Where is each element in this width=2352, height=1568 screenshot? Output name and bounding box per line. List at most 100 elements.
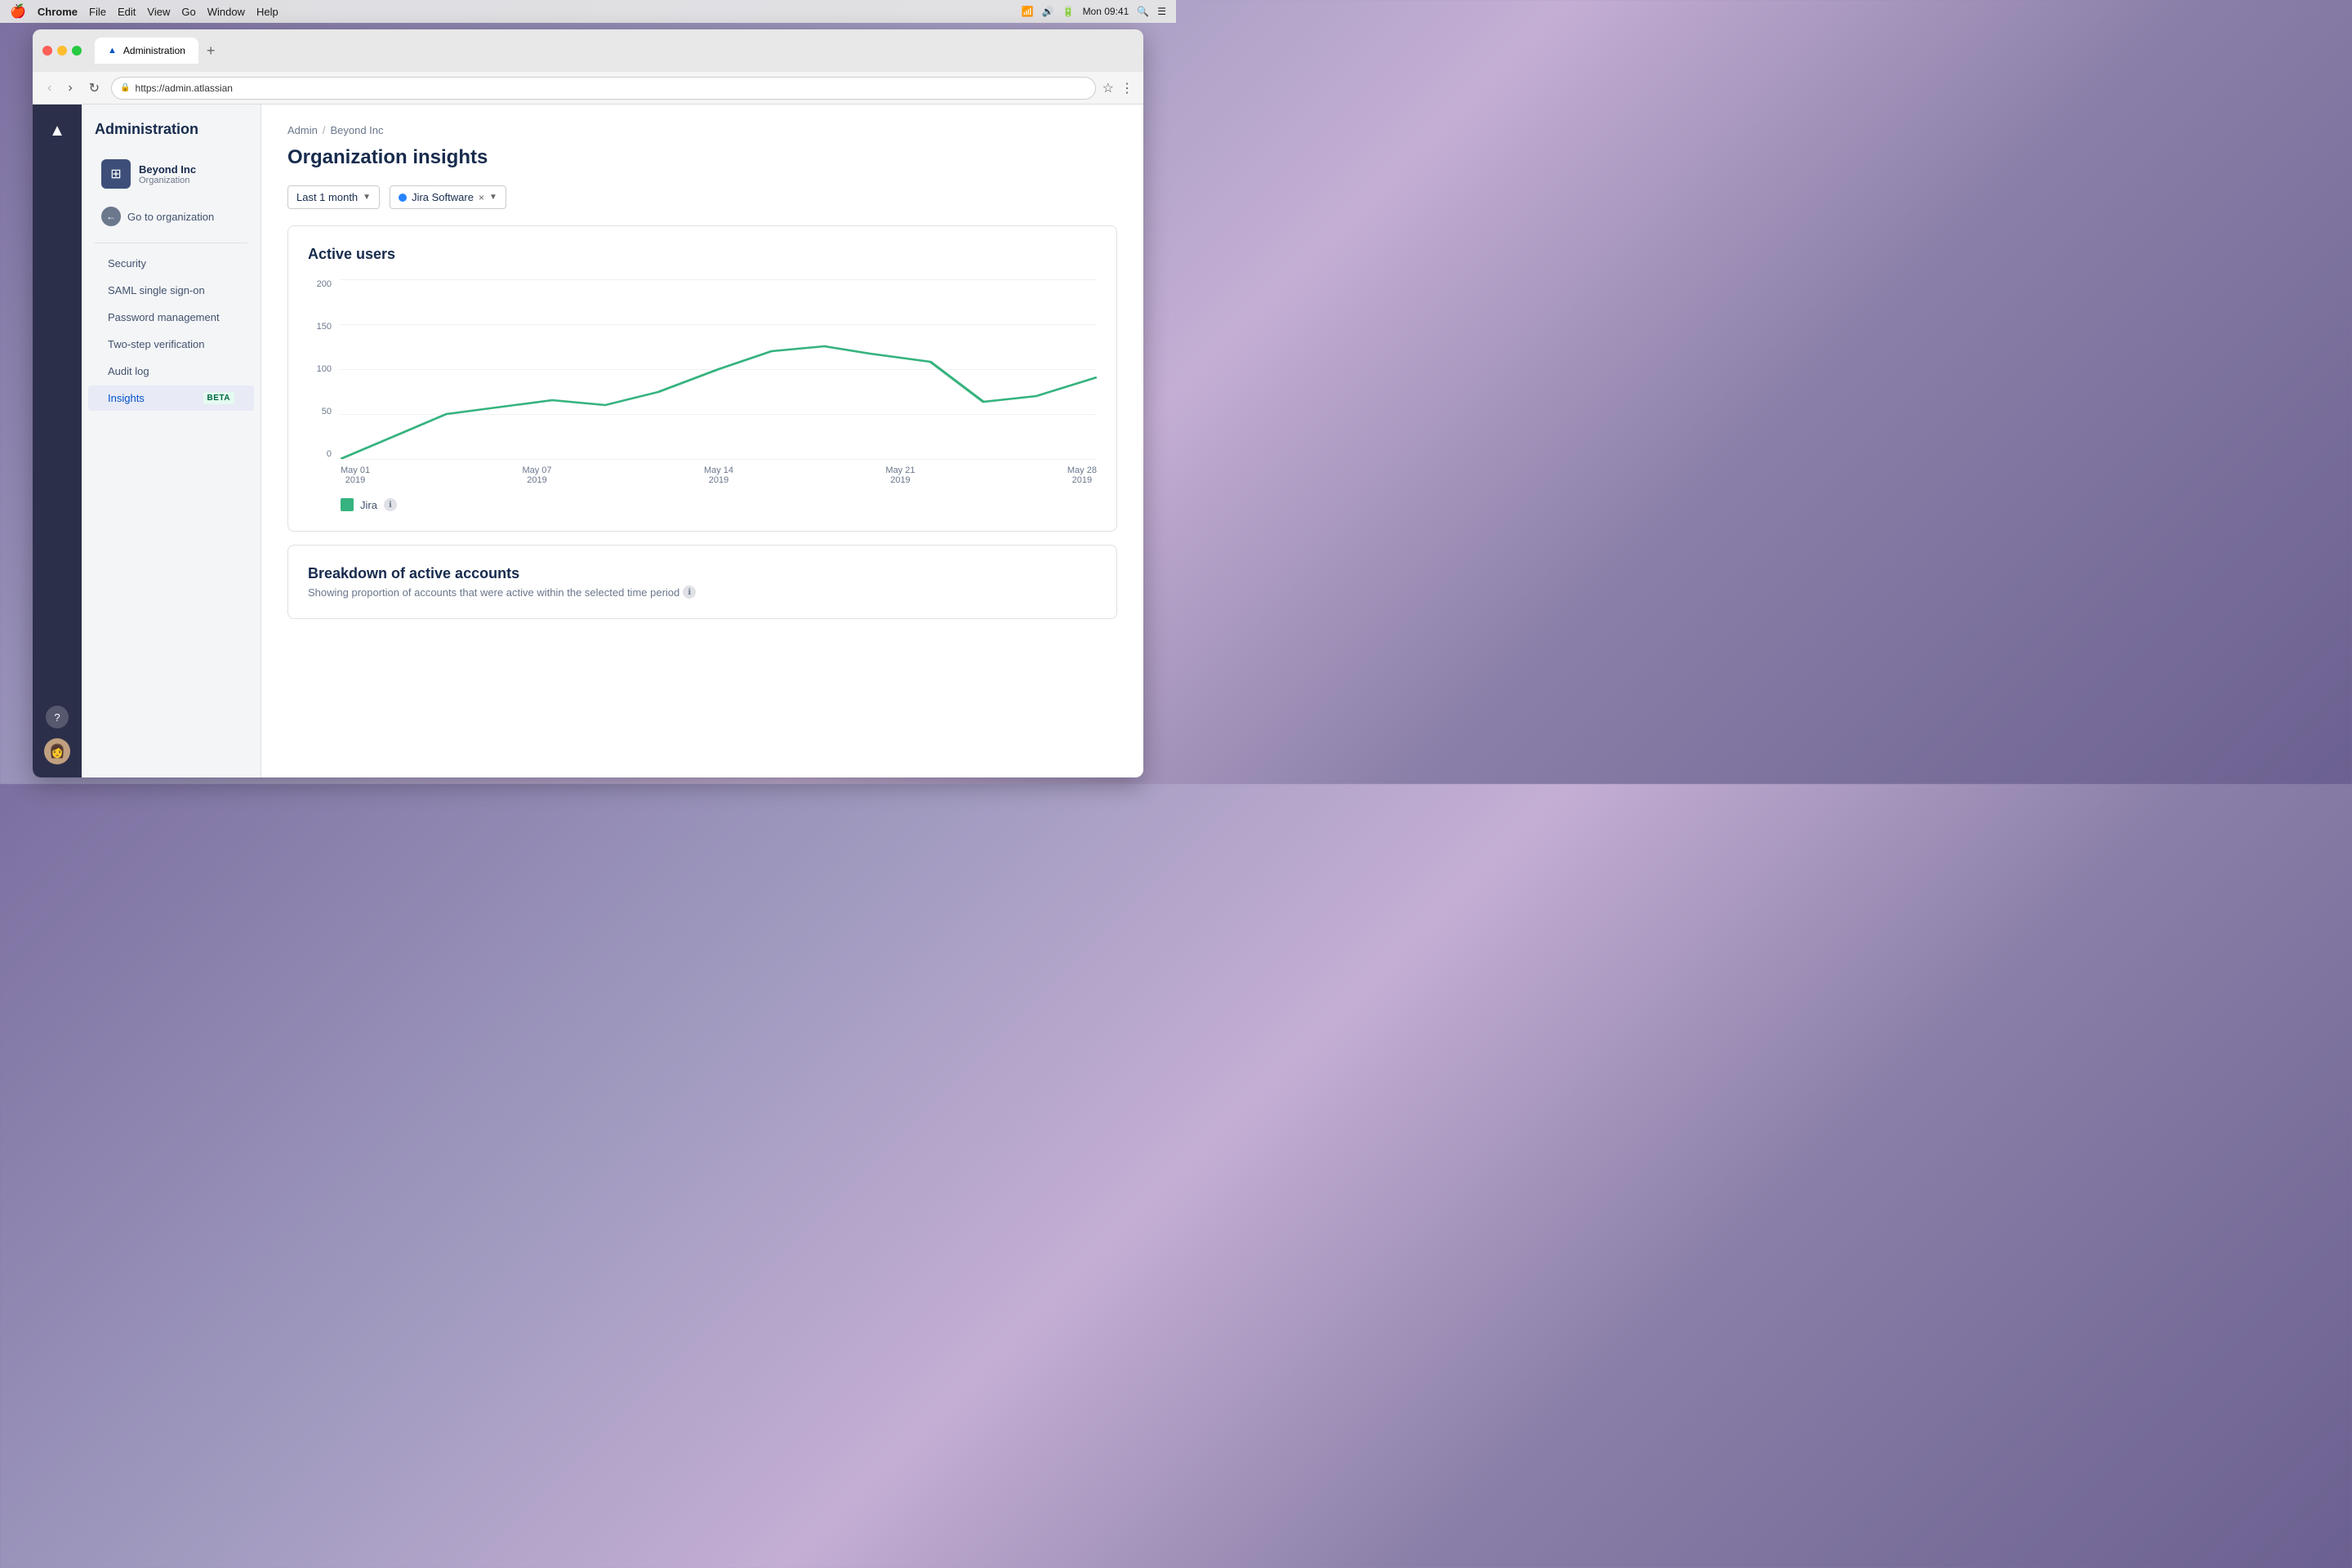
active-users-card: Active users 200 150 100 50 0	[287, 225, 1117, 532]
control-icon[interactable]: ☰	[1157, 6, 1166, 17]
period-label: Last 1 month	[296, 191, 358, 203]
traffic-lights	[42, 46, 82, 56]
active-users-title: Active users	[308, 246, 1097, 263]
menu-go[interactable]: Go	[181, 6, 195, 18]
apple-logo-icon: 🍎	[10, 3, 26, 20]
product-dot-icon	[399, 194, 407, 202]
atlassian-logo-icon: ▲	[44, 118, 70, 144]
breakdown-card: Breakdown of active accounts Showing pro…	[287, 545, 1117, 619]
breadcrumb-separator: /	[323, 124, 326, 136]
new-tab-button[interactable]: +	[202, 42, 220, 60]
x-label-may01: May 01 2019	[341, 466, 370, 485]
menu-help[interactable]: Help	[256, 6, 278, 18]
menu-window[interactable]: Window	[207, 6, 245, 18]
page-title: Organization insights	[287, 146, 1117, 169]
nav-saml[interactable]: SAML single sign-on	[88, 278, 254, 303]
chart-inner	[341, 279, 1097, 459]
tab-title: Administration	[123, 45, 185, 56]
left-nav: Administration ⊞ Beyond Inc Organization…	[82, 105, 261, 777]
nav-insights-label: Insights	[108, 392, 145, 404]
browser-titlebar: ▲ Administration +	[33, 29, 1143, 72]
menu-right: 📶 🔊 🔋 Mon 09:41 🔍 ☰	[1022, 6, 1166, 17]
org-icon: ⊞	[101, 159, 131, 189]
url-text: https://admin.atlassian	[136, 82, 233, 94]
nav-audit[interactable]: Audit log	[88, 359, 254, 384]
toolbar-icons: ☆ ⋮	[1102, 80, 1134, 96]
chart-legend: Jira ℹ	[308, 498, 1097, 511]
wifi-icon: 📶	[1022, 6, 1034, 17]
help-button[interactable]: ?	[46, 706, 69, 728]
x-axis: May 01 2019 May 07 2019 May 14 2019 Ma	[341, 459, 1097, 492]
chevron-down-icon: ▼	[363, 193, 371, 202]
star-icon[interactable]: ☆	[1102, 80, 1114, 96]
nav-insights-row: Insights BETA	[108, 392, 234, 404]
close-button[interactable]	[42, 46, 52, 56]
breakdown-info-icon[interactable]: ℹ	[683, 586, 696, 599]
battery-icon: 🔋	[1062, 6, 1075, 17]
menubar: 🍎 Chrome File Edit View Go Window Help 📶…	[0, 0, 1176, 23]
menu-file[interactable]: File	[89, 6, 106, 18]
product-label: Jira Software	[412, 191, 474, 203]
forward-button[interactable]: ›	[63, 78, 77, 99]
y-label-0: 0	[327, 449, 332, 459]
maximize-button[interactable]	[72, 46, 82, 56]
nav-password[interactable]: Password management	[88, 305, 254, 330]
go-org-icon: ←	[101, 207, 121, 226]
user-avatar[interactable]: 👩	[44, 738, 70, 764]
period-filter[interactable]: Last 1 month ▼	[287, 185, 380, 209]
product-filter[interactable]: Jira Software × ▼	[390, 185, 506, 209]
menu-left: 🍎 Chrome File Edit View Go Window Help	[10, 3, 278, 20]
more-icon[interactable]: ⋮	[1120, 80, 1134, 96]
menu-edit[interactable]: Edit	[118, 6, 136, 18]
browser-window: ▲ Administration + ‹ › ↻ 🔒 https://admin…	[33, 29, 1143, 777]
chart-svg	[341, 279, 1097, 459]
nav-insights[interactable]: Insights BETA	[88, 385, 254, 411]
volume-icon: 🔊	[1042, 6, 1054, 17]
org-item[interactable]: ⊞ Beyond Inc Organization	[88, 151, 254, 197]
x-label-may28: May 28 2019	[1067, 466, 1097, 485]
nav-security[interactable]: Security	[88, 251, 254, 276]
chart-area: 200 150 100 50 0	[308, 279, 1097, 492]
reload-button[interactable]: ↻	[84, 77, 105, 100]
back-button[interactable]: ‹	[42, 78, 56, 99]
minimize-button[interactable]	[57, 46, 67, 56]
tab-favicon-icon: ▲	[108, 46, 117, 56]
go-to-org-link[interactable]: ← Go to organization	[88, 200, 254, 233]
tab-bar: ▲ Administration +	[95, 38, 1134, 64]
nav-two-step[interactable]: Two-step verification	[88, 332, 254, 357]
address-bar[interactable]: 🔒 https://admin.atlassian	[111, 77, 1096, 100]
go-to-org-label: Go to organization	[127, 211, 214, 223]
breadcrumb-admin[interactable]: Admin	[287, 124, 318, 136]
atlassian-sidebar: ▲ ? 👩	[33, 105, 82, 777]
y-label-150: 150	[317, 322, 332, 332]
y-label-200: 200	[317, 279, 332, 289]
nav-title: Administration	[82, 121, 261, 151]
beta-badge: BETA	[203, 392, 234, 404]
browser-toolbar: ‹ › ↻ 🔒 https://admin.atlassian ☆ ⋮	[33, 72, 1143, 105]
main-content: Admin / Beyond Inc Organization insights…	[261, 105, 1143, 777]
org-name: Beyond Inc	[139, 163, 196, 176]
lock-icon: 🔒	[120, 83, 130, 92]
legend-color-jira	[341, 498, 354, 511]
x-label-may07: May 07 2019	[522, 466, 551, 485]
expand-arrow-icon: ▼	[489, 193, 497, 202]
info-icon[interactable]: ℹ	[384, 498, 397, 511]
legend-label: Jira	[360, 499, 377, 511]
breakdown-subtitle: Showing proportion of accounts that were…	[308, 586, 1097, 599]
remove-product-button[interactable]: ×	[479, 192, 484, 203]
y-axis: 200 150 100 50 0	[308, 279, 336, 459]
breakdown-title: Breakdown of active accounts	[308, 565, 1097, 582]
org-type: Organization	[139, 176, 196, 185]
y-label-100: 100	[317, 364, 332, 374]
app-container: ▲ ? 👩 Administration ⊞ Beyond Inc Organi…	[33, 105, 1143, 777]
active-tab[interactable]: ▲ Administration	[95, 38, 198, 64]
breadcrumb: Admin / Beyond Inc	[287, 124, 1117, 136]
org-text: Beyond Inc Organization	[139, 163, 196, 185]
search-icon[interactable]: 🔍	[1137, 6, 1149, 17]
y-label-50: 50	[322, 407, 332, 416]
filters-row: Last 1 month ▼ Jira Software × ▼	[287, 185, 1117, 209]
menu-view[interactable]: View	[147, 6, 170, 18]
menu-chrome[interactable]: Chrome	[38, 6, 78, 18]
clock: Mon 09:41	[1083, 6, 1129, 17]
x-label-may14: May 14 2019	[704, 466, 733, 485]
